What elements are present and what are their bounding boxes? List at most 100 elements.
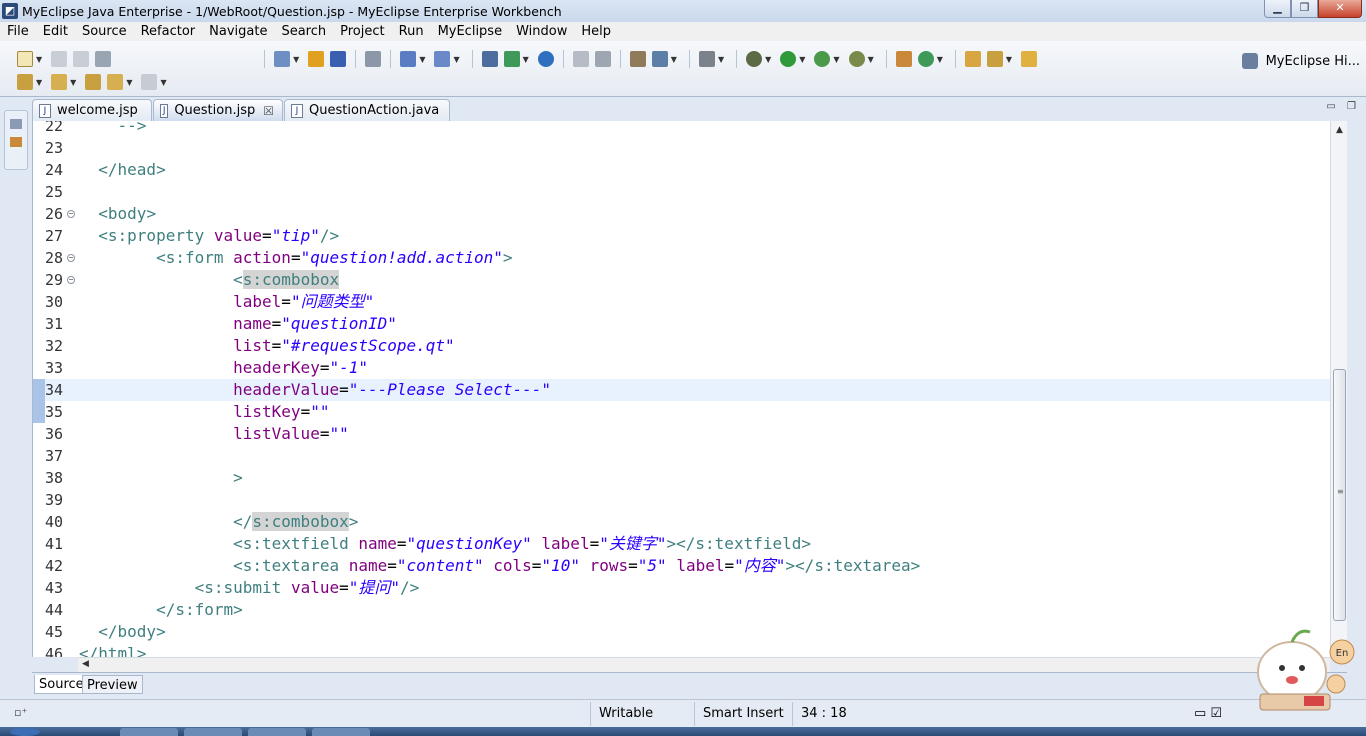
save-icon[interactable] <box>51 51 68 67</box>
perspective-switcher[interactable]: MyEclipse Hi... <box>1241 49 1360 73</box>
close-tab-icon[interactable]: ☒ <box>263 104 274 118</box>
run-last-icon[interactable] <box>814 51 831 67</box>
code-line[interactable]: 39 <box>33 489 1347 511</box>
web-project-dropdown-icon[interactable]: ▼ <box>293 55 299 64</box>
menu-help[interactable]: Help <box>574 22 618 41</box>
folder-open-icon[interactable] <box>1021 51 1038 67</box>
code-line[interactable]: 41 <s:textfield name="questionKey" label… <box>33 533 1347 555</box>
new-web-project-icon[interactable] <box>274 51 291 67</box>
menu-window[interactable]: Window <box>509 22 574 41</box>
code-line[interactable]: 24 </head> <box>33 159 1347 181</box>
code-line[interactable]: 30 label="问题类型" <box>33 291 1347 313</box>
maximize-button[interactable]: ❐ <box>1291 0 1318 18</box>
wand-dropdown-icon[interactable]: ▼ <box>453 55 459 64</box>
scroll-thumb[interactable]: ≡ <box>1333 369 1346 621</box>
tab-source[interactable]: Source <box>34 675 89 694</box>
code-line[interactable]: 29− <s:combobox <box>33 269 1347 291</box>
new-class-dropdown-icon[interactable]: ▼ <box>937 55 943 64</box>
restore-view-icon[interactable] <box>10 119 22 129</box>
previous-annotation-icon[interactable] <box>51 74 68 90</box>
start-button[interactable] <box>10 728 40 736</box>
code-line[interactable]: 40 </s:combobox> <box>33 511 1347 533</box>
package-explorer-icon[interactable] <box>10 137 22 147</box>
deploy-icon[interactable] <box>308 51 325 67</box>
taskbar-app-1[interactable] <box>120 728 178 736</box>
open-perspective-icon[interactable] <box>1241 53 1258 69</box>
fast-view-icon[interactable]: ▫⁺ <box>14 706 28 720</box>
wizard-dropdown-icon[interactable]: ▼ <box>419 55 425 64</box>
minimize-button[interactable]: ▁ <box>1264 0 1291 18</box>
lock-icon[interactable] <box>365 51 382 67</box>
menu-myeclipse[interactable]: MyEclipse <box>431 22 510 41</box>
camera-dropdown-icon[interactable]: ▼ <box>718 55 724 64</box>
print-icon[interactable] <box>95 51 112 67</box>
menu-search[interactable]: Search <box>274 22 333 41</box>
code-line[interactable]: 34 headerValue="---Please Select---" <box>33 379 1347 401</box>
code-line[interactable]: 42 <s:textarea name="content" cols="10" … <box>33 555 1347 577</box>
server-icon[interactable] <box>330 51 347 67</box>
perspective-label[interactable]: MyEclipse Hi... <box>1266 54 1360 69</box>
open-folder-icon[interactable] <box>964 51 981 67</box>
back-icon[interactable] <box>107 74 124 90</box>
back-dropdown-icon[interactable]: ▼ <box>126 78 132 87</box>
code-line[interactable]: 23 <box>33 137 1347 159</box>
debug-icon[interactable] <box>746 51 763 67</box>
close-button[interactable]: ✕ <box>1318 0 1362 18</box>
open-type-icon[interactable] <box>629 51 646 67</box>
export-icon[interactable] <box>572 51 589 67</box>
globe-icon[interactable] <box>537 51 554 67</box>
code-line[interactable]: 36 listValue="" <box>33 423 1347 445</box>
code-line[interactable]: 45 </body> <box>33 621 1347 643</box>
menu-file[interactable]: File <box>0 22 36 41</box>
tab-questionaction-java[interactable]: J QuestionAction.java <box>284 99 450 121</box>
menu-refactor[interactable]: Refactor <box>134 22 203 41</box>
menu-run[interactable]: Run <box>392 22 431 41</box>
scroll-left-icon[interactable]: ◀ <box>82 659 89 669</box>
code-line[interactable]: 33 headerKey="-1" <box>33 357 1347 379</box>
menu-navigate[interactable]: Navigate <box>202 22 274 41</box>
mascot-widget[interactable]: En <box>1240 622 1366 722</box>
tab-preview[interactable]: Preview <box>82 675 143 694</box>
camera-icon[interactable] <box>698 51 715 67</box>
fold-toggle-icon[interactable]: − <box>67 210 75 218</box>
external-tools-icon[interactable] <box>848 51 865 67</box>
deploy-dropdown-icon[interactable]: ▼ <box>523 55 529 64</box>
last-edit-icon[interactable] <box>85 74 102 90</box>
new-class-wizard-icon[interactable] <box>917 51 934 67</box>
run-dropdown-icon[interactable]: ▼ <box>799 55 805 64</box>
forward-dropdown-icon[interactable]: ▼ <box>160 78 166 87</box>
search-web-icon[interactable] <box>651 51 668 67</box>
debug-dropdown-icon[interactable]: ▼ <box>765 55 771 64</box>
code-editor[interactable]: 22 --> 23 24 </head> 25 26− <body> 27 <s:prop… <box>32 121 1347 657</box>
taskbar-app-2[interactable] <box>184 728 242 736</box>
pencil-dropdown-icon[interactable]: ▼ <box>1006 55 1012 64</box>
new-dropdown-icon[interactable]: ▼ <box>36 55 42 64</box>
editor-view-controls[interactable]: ▭ ❐ <box>1326 101 1360 112</box>
code-line[interactable]: 44 </s:form> <box>33 599 1347 621</box>
next-annotation-dropdown-icon[interactable]: ▼ <box>36 78 42 87</box>
external-tools-dropdown-icon[interactable]: ▼ <box>868 55 874 64</box>
search-dropdown-icon[interactable]: ▼ <box>671 55 677 64</box>
run-last-dropdown-icon[interactable]: ▼ <box>833 55 839 64</box>
menu-edit[interactable]: Edit <box>36 22 75 41</box>
fold-toggle-icon[interactable]: − <box>67 254 75 262</box>
deploy-run-icon[interactable] <box>503 51 520 67</box>
code-line[interactable]: 25 <box>33 181 1347 203</box>
forward-icon[interactable] <box>141 74 158 90</box>
hierarchy-icon[interactable] <box>481 51 498 67</box>
wizard-icon[interactable] <box>400 51 417 67</box>
code-line[interactable]: 28− <s:form action="question!add.action"… <box>33 247 1347 269</box>
mascot-moon-badge[interactable] <box>1326 674 1346 694</box>
scroll-up-icon[interactable]: ▲ <box>1331 125 1348 135</box>
new-icon[interactable] <box>17 51 33 67</box>
code-line[interactable]: 31 name="questionID" <box>33 313 1347 335</box>
tab-question-jsp[interactable]: J Question.jsp ☒ <box>153 99 283 121</box>
code-line[interactable]: 22 --> <box>33 121 1347 137</box>
wand-icon[interactable] <box>434 51 451 67</box>
horizontal-scrollbar[interactable]: ◀ <box>78 657 1330 672</box>
previous-annotation-dropdown-icon[interactable]: ▼ <box>70 78 76 87</box>
fold-toggle-icon[interactable]: − <box>67 276 75 284</box>
code-line[interactable]: 27 <s:property value="tip"/> <box>33 225 1347 247</box>
pencil-icon[interactable] <box>986 51 1003 67</box>
taskbar-app-3[interactable] <box>248 728 306 736</box>
